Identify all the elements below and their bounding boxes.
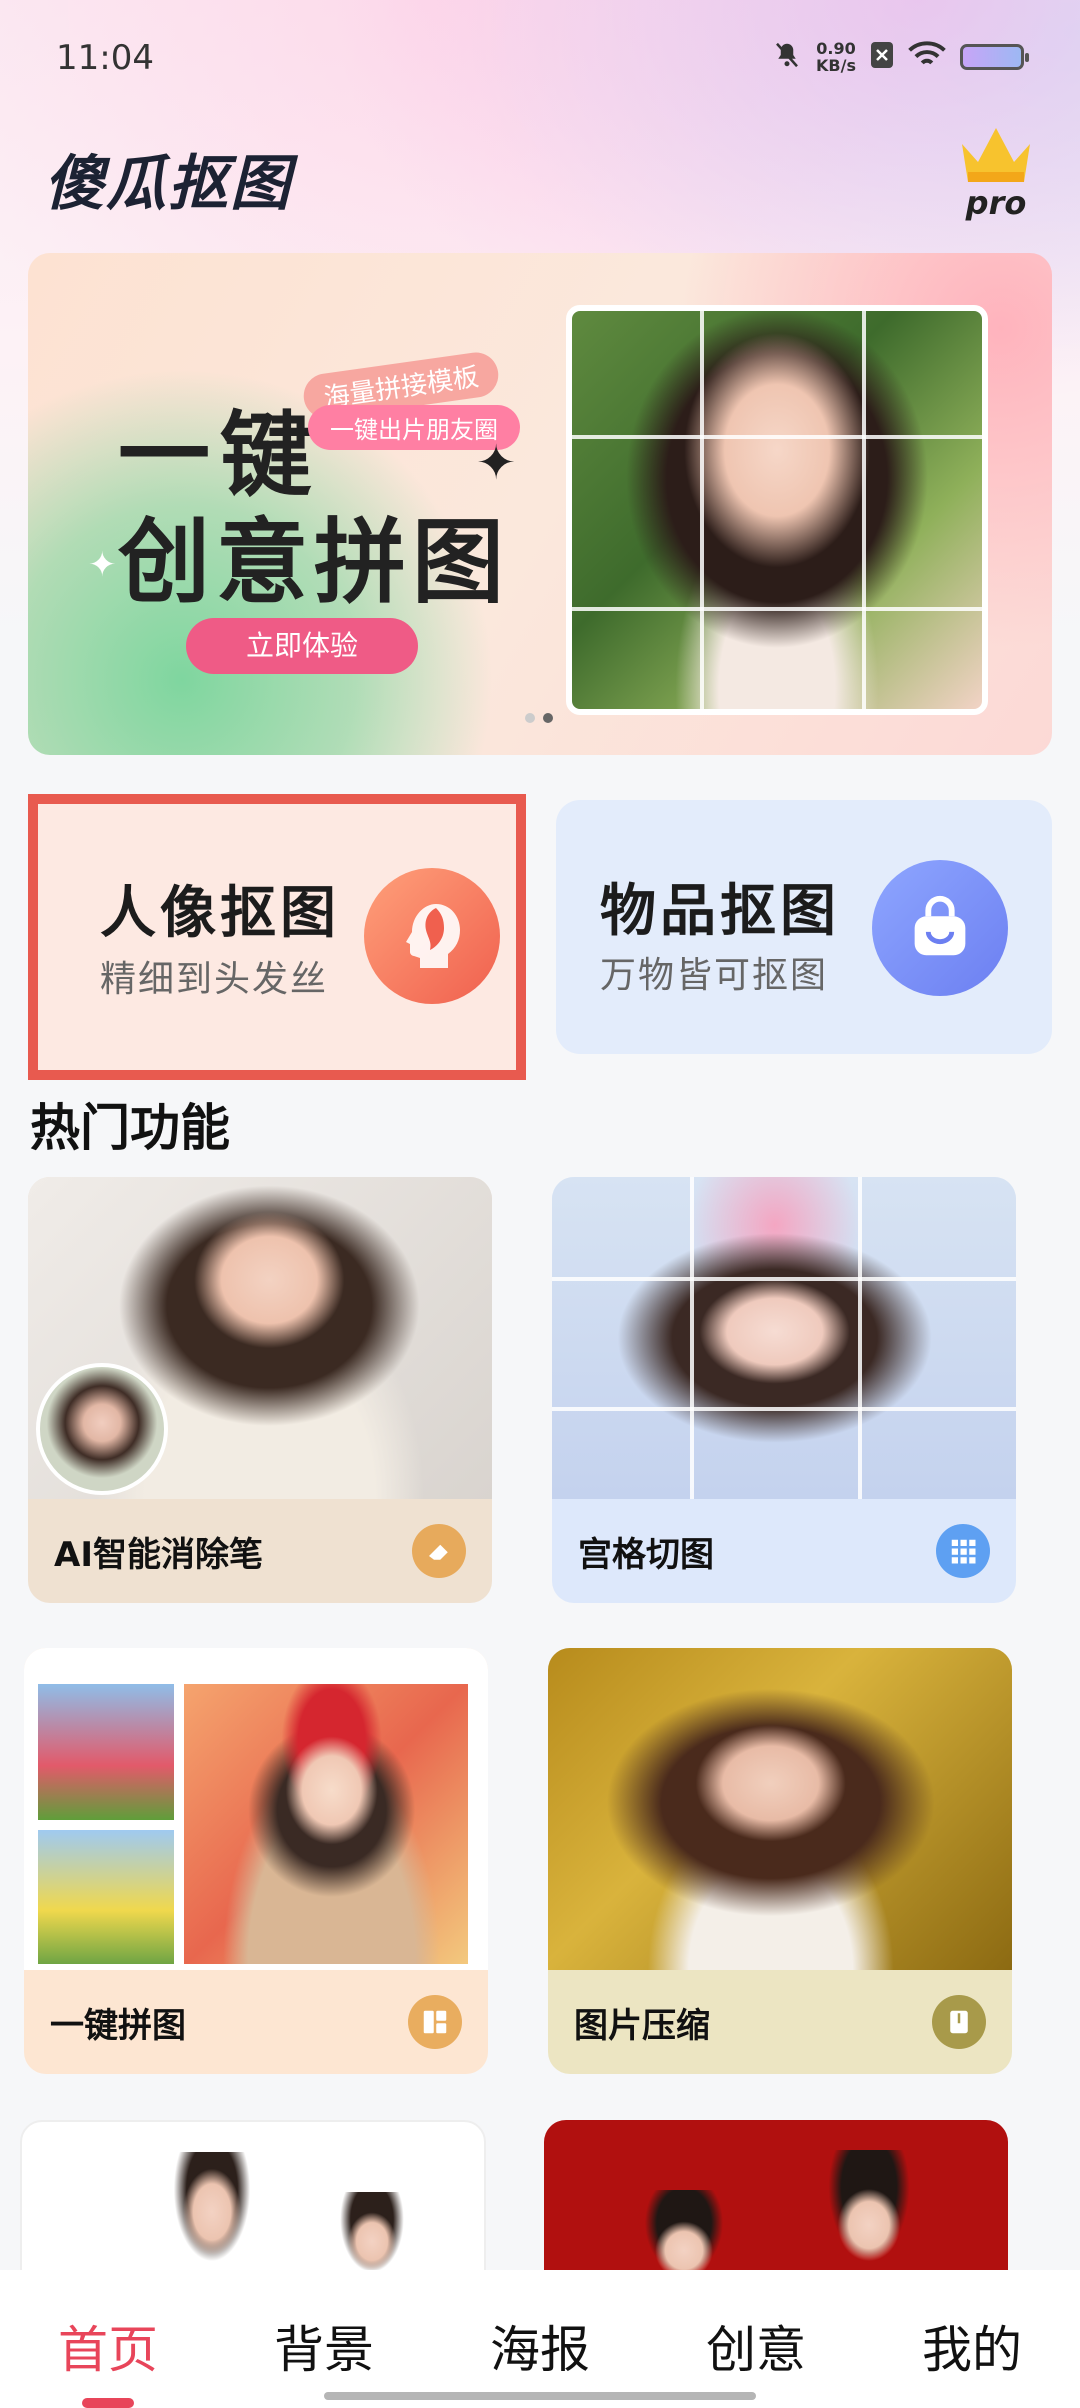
- collage-icon: [408, 1995, 462, 2049]
- eraser-icon: [412, 1524, 466, 1578]
- nav-poster[interactable]: 海报: [450, 2310, 630, 2382]
- compress-icon: [932, 1995, 986, 2049]
- object-cutout-card[interactable]: 物品抠图 万物皆可抠图: [556, 800, 1052, 1054]
- pro-label: pro: [965, 184, 1027, 222]
- shopping-bag-icon: [872, 860, 1008, 996]
- banner-headline-2: 创意拼图: [118, 509, 511, 616]
- eraser-preview-image: [28, 1177, 492, 1499]
- portrait-cutout-title: 人像抠图: [100, 881, 340, 946]
- nav-background[interactable]: 背景: [234, 2310, 414, 2382]
- portrait-cutout-subtitle: 精细到头发丝: [100, 959, 329, 1000]
- status-icons: 0.90 KB/s: [772, 39, 1029, 75]
- nav-home[interactable]: 首页: [18, 2310, 198, 2408]
- crown-icon: [962, 128, 1030, 182]
- battery-icon: [960, 44, 1029, 70]
- network-speed: 0.90 KB/s: [816, 39, 856, 75]
- banner-pager: [525, 713, 553, 723]
- tool-card-footer: 宫格切图: [552, 1499, 1016, 1603]
- portrait-icon: [364, 868, 500, 1004]
- promo-banner[interactable]: 一键 创意拼图 海量拼接模板 一键出片朋友圈 ✦ ✦ 立即体验: [28, 253, 1052, 755]
- tool-card-collage[interactable]: 一键拼图: [24, 1648, 488, 2074]
- tool-card-footer: 图片压缩: [548, 1970, 1012, 2074]
- try-now-button[interactable]: 立即体验: [186, 618, 418, 674]
- pro-button[interactable]: pro: [956, 122, 1036, 222]
- app-title: 傻瓜抠图: [44, 149, 292, 219]
- tool-card-grid[interactable]: 宫格切图: [552, 1177, 1016, 1603]
- tool-card-footer: AI智能消除笔: [28, 1499, 492, 1603]
- tool-label-collage: 一键拼图: [50, 2005, 186, 2046]
- tool-card-footer: 一键拼图: [24, 1970, 488, 2074]
- tool-card-compress[interactable]: 图片压缩: [548, 1648, 1012, 2074]
- tool-card-eraser[interactable]: AI智能消除笔: [28, 1177, 492, 1603]
- portrait-cutout-card[interactable]: 人像抠图 精细到头发丝: [28, 794, 526, 1080]
- object-cutout-title: 物品抠图: [600, 879, 840, 944]
- mute-icon: [772, 40, 802, 74]
- nav-creative[interactable]: 创意: [666, 2310, 846, 2382]
- banner-photo-grid: [566, 305, 988, 715]
- bottom-nav: 首页 背景 海报 创意 我的: [0, 2270, 1080, 2408]
- section-title-hot: 热门功能: [30, 1099, 230, 1157]
- home-indicator[interactable]: [324, 2392, 756, 2400]
- object-cutout-subtitle: 万物皆可抠图: [600, 955, 829, 996]
- nav-mine[interactable]: 我的: [882, 2310, 1062, 2382]
- sparkle-icon: ✦: [476, 435, 517, 491]
- compress-preview-image: [548, 1648, 1012, 1970]
- tool-label-grid: 宫格切图: [578, 1534, 714, 1575]
- sparkle-icon: ✦: [88, 545, 117, 585]
- tool-label-eraser: AI智能消除笔: [54, 1534, 263, 1575]
- tool-label-compress: 图片压缩: [574, 2005, 710, 2046]
- sim-icon: [870, 41, 894, 73]
- grid-icon: [936, 1524, 990, 1578]
- wifi-icon: [908, 40, 946, 74]
- collage-preview-image: [24, 1648, 488, 1970]
- status-time: 11:04: [56, 38, 154, 78]
- grid-preview-image: [552, 1177, 1016, 1499]
